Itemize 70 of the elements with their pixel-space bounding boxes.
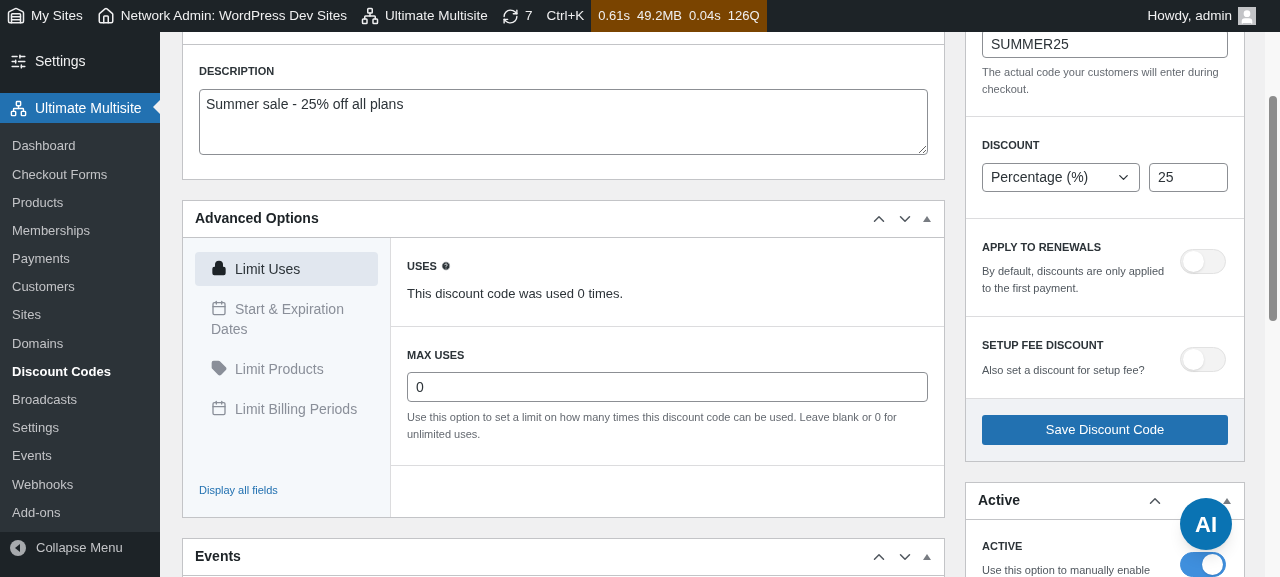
home-icon: [96, 7, 115, 25]
calendar-icon: [211, 299, 227, 316]
calendar-icon: [211, 399, 227, 416]
field-description: Also set a discount for setup fee?: [982, 362, 1146, 378]
triangle-icon[interactable]: [922, 214, 932, 223]
network-icon: [361, 7, 380, 25]
field-label: ACTIVE: [982, 538, 1024, 554]
description-field[interactable]: Summer sale - 25% off all plans: [199, 88, 928, 155]
admin-bar-link[interactable]: Ultimate Multisite: [354, 0, 495, 32]
submenu-item[interactable]: Domains: [0, 329, 160, 358]
admin-bar-link[interactable]: My Sites: [0, 0, 90, 32]
user-greeting[interactable]: Howdy, admin: [1147, 5, 1232, 27]
display-all-link[interactable]: Display all fields: [195, 482, 378, 499]
field-label: DESCRIPTION: [199, 64, 276, 79]
collapse-menu-button[interactable]: Collapse Menu: [0, 531, 160, 564]
submenu-item[interactable]: Customers: [0, 272, 160, 302]
help-text: The actual code your customers will enter during checkout.: [982, 65, 1220, 97]
card-title: Advanced Options: [195, 209, 319, 228]
card-title: Events: [195, 547, 241, 566]
menu-item[interactable]: Ultimate Multisite: [0, 93, 160, 123]
save-button[interactable]: Save Discount Code: [982, 414, 1228, 445]
submenu-item[interactable]: Broadcasts: [0, 385, 160, 414]
submenu-item[interactable]: Sites: [0, 301, 160, 330]
current-pointer-icon: [153, 100, 160, 114]
submenu-item[interactable]: Events: [0, 442, 160, 471]
field-label: DISCOUNT: [982, 138, 1041, 153]
buildings-icon: [7, 7, 25, 25]
help-text: Use this option to set a limit on how many times this discount code can be used. Leave blank or 0 for unlimited uses.: [407, 410, 898, 442]
network-icon: [10, 99, 27, 117]
triangle-icon[interactable]: [1222, 496, 1232, 505]
submenu-item[interactable]: Checkout Forms: [0, 160, 160, 189]
field-label: SETUP FEE DISCOUNT: [982, 338, 1105, 353]
field-description: Use this option to manually enable: [982, 563, 1152, 577]
admin-bar-link[interactable]: Ctrl+K: [539, 0, 592, 32]
stat-text: 0.61s: [598, 7, 631, 26]
submenu-item[interactable]: Settings: [0, 413, 160, 443]
uses-text: This discount code was used 0 times.: [407, 285, 625, 303]
submenu-item[interactable]: Payments: [0, 244, 160, 273]
triangle-icon[interactable]: [922, 552, 932, 561]
help-icon[interactable]: [440, 260, 451, 271]
admin-bar-link[interactable]: 7: [494, 0, 540, 32]
submenu-item[interactable]: Dashboard: [0, 132, 160, 161]
stat-text: 126Q: [727, 7, 760, 26]
submenu-item[interactable]: Products: [0, 188, 160, 217]
submenu-item[interactable]: Memberships: [0, 216, 160, 245]
amount-field[interactable]: 25: [1149, 162, 1228, 192]
stat-text: 49.2MB: [637, 7, 682, 26]
sliders-icon: [10, 52, 27, 70]
submenu-item[interactable]: Add-ons: [0, 498, 160, 527]
lock-icon: [211, 259, 227, 276]
code-field[interactable]: SUMMER25: [982, 29, 1228, 58]
options-tab[interactable]: Limit Uses: [195, 251, 378, 286]
submenu-item[interactable]: Discount Codes: [0, 357, 160, 386]
scrollbar[interactable]: [1265, 32, 1280, 577]
toggle-switch[interactable]: [1180, 551, 1226, 577]
menu-item[interactable]: Settings: [0, 46, 160, 76]
card-title: Active: [978, 491, 1021, 510]
collapse-icon: [10, 539, 26, 556]
submenu-item[interactable]: Webhooks: [0, 470, 160, 499]
refresh-icon: [501, 7, 519, 25]
discount-type-select[interactable]: Percentage (%): [982, 162, 1140, 192]
stat-text: 0.04s: [688, 7, 721, 26]
admin-bar-link[interactable]: Network Admin: WordPress Dev Sites: [89, 0, 355, 32]
field-label: USES: [407, 258, 437, 274]
field-label: APPLY TO RENEWALS: [982, 239, 1102, 255]
max-uses-field[interactable]: 0: [407, 372, 928, 402]
tag-icon: [211, 359, 227, 376]
field-description: By default, discounts are only applied to the first payment.: [982, 264, 1166, 296]
field-label: MAX USES: [407, 347, 466, 363]
performance-stats[interactable]: 0.61s 49.2MB 0.04s 126Q: [591, 0, 767, 32]
